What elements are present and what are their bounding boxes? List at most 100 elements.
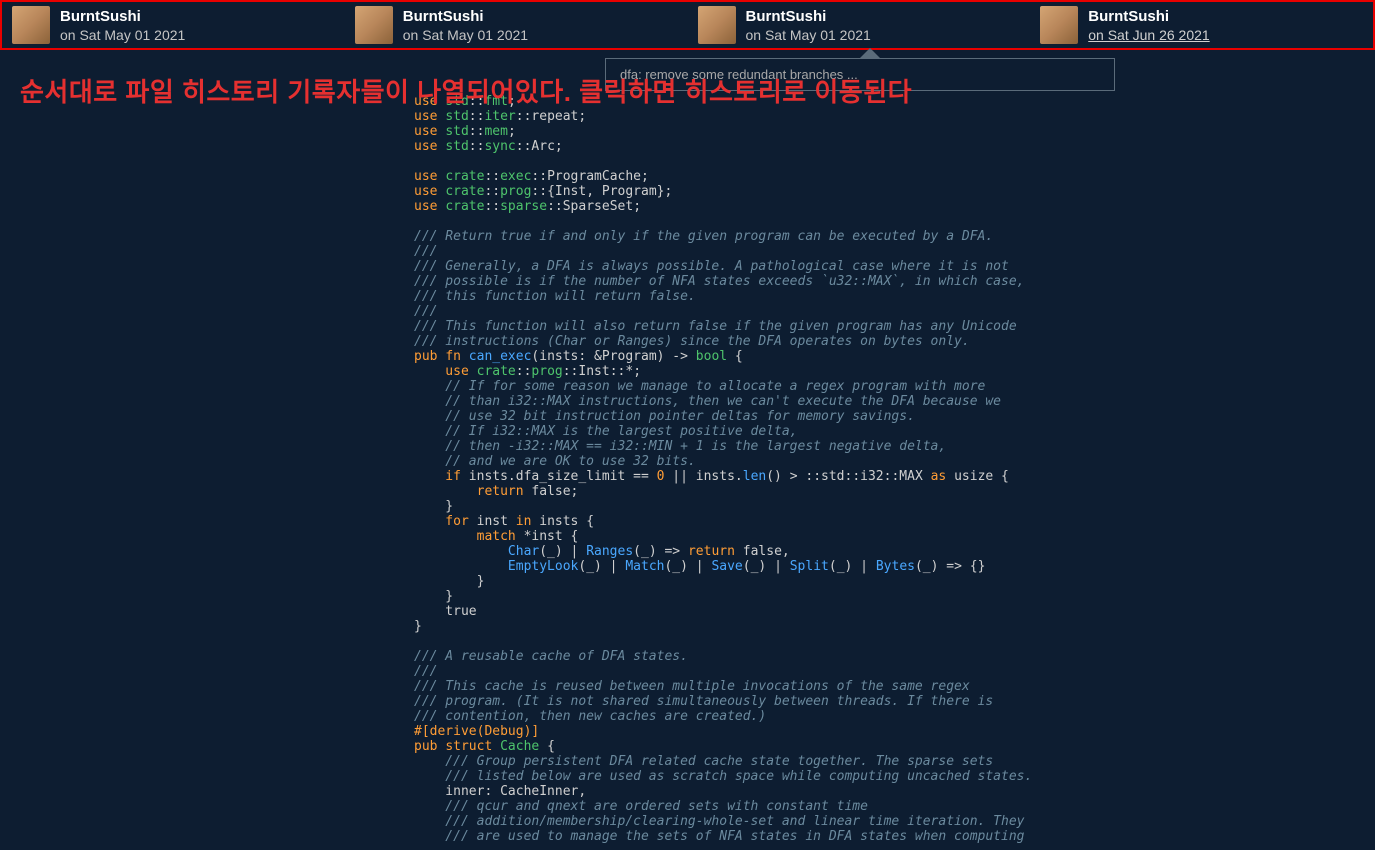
commit-author: BurntSushi (403, 8, 528, 25)
avatar (1040, 6, 1078, 44)
expr: insts { (531, 514, 594, 529)
expr: false; (524, 484, 579, 499)
path: prog (531, 364, 562, 379)
commit-meta: BurntSushion Sat Jun 26 2021 (1088, 8, 1209, 43)
path: crate (445, 169, 484, 184)
fn-name: can_exec (469, 349, 532, 364)
sep: ; (633, 199, 641, 214)
blame-commit-item[interactable]: BurntSushion Sat May 01 2021 (345, 2, 688, 48)
ident: Inst (578, 364, 609, 379)
kw: for (414, 514, 469, 529)
sep: :: (547, 199, 563, 214)
sep: ; (508, 124, 516, 139)
sep: ; (555, 139, 563, 154)
kw: struct (445, 739, 492, 754)
doc-comment: /// This cache is reused between multipl… (414, 679, 970, 694)
expr: || insts. (664, 469, 742, 484)
expr: (_) | (578, 559, 625, 574)
type: Cache (500, 739, 539, 754)
brace: { (539, 739, 555, 754)
avatar (12, 6, 50, 44)
path: prog (500, 184, 531, 199)
sep: ; (633, 364, 641, 379)
brace: { (727, 349, 743, 364)
kw: pub (414, 739, 437, 754)
commit-date: on Sat May 01 2021 (746, 27, 871, 43)
path: sparse (500, 199, 547, 214)
ident: ProgramCache (547, 169, 641, 184)
call: len (743, 469, 766, 484)
comment: // If i32::MAX is the largest positive d… (414, 424, 798, 439)
path: iter (484, 109, 515, 124)
enum: Char (414, 544, 539, 559)
doc-comment: /// qcur and qnext are ordered sets with… (414, 799, 868, 814)
enum: EmptyLook (414, 559, 578, 574)
sep: :: (531, 169, 547, 184)
sep: ; (641, 169, 649, 184)
doc-comment: /// Return true if and only if the given… (414, 229, 993, 244)
korean-annotation: 순서대로 파일 히스토리 기록자들이 나열되어있다. 클릭하면 히스토리로 이동… (20, 72, 912, 109)
sep: :: (610, 364, 626, 379)
kw: in (516, 514, 532, 529)
doc-comment: /// Group persistent DFA related cache s… (414, 754, 993, 769)
commit-meta: BurntSushion Sat May 01 2021 (403, 8, 528, 43)
kw: match (414, 529, 516, 544)
kw: use (414, 124, 437, 139)
blame-commit-item[interactable]: BurntSushi on Sat May 01 2021 (688, 2, 1031, 48)
sep: :: (484, 184, 500, 199)
comment: // use 32 bit instruction pointer deltas… (414, 409, 915, 424)
expr: (_) => {} (915, 559, 985, 574)
comment: // If for some reason we manage to alloc… (414, 379, 985, 394)
path: std (445, 124, 468, 139)
commit-meta: BurntSushi on Sat May 01 2021 (746, 8, 871, 43)
expr: false, (735, 544, 790, 559)
enum: Match (625, 559, 664, 574)
kw: use (414, 364, 469, 379)
attr: #[derive(Debug)] (414, 724, 539, 739)
sep: :: (469, 109, 485, 124)
enum: Save (711, 559, 742, 574)
sep: :: (563, 364, 579, 379)
path: std (445, 139, 468, 154)
doc-comment: /// A reusable cache of DFA states. (414, 649, 688, 664)
sep: :: (469, 124, 485, 139)
doc-comment: /// (414, 304, 437, 319)
path: crate (445, 184, 484, 199)
blame-history-bar: BurntSushi on Sat May 01 2021 BurntSushion… (0, 0, 1375, 50)
path: crate (477, 364, 516, 379)
commit-meta: BurntSushion Sat May 01 2021 (60, 8, 185, 43)
comment: // then -i32::MAX == i32::MIN + 1 is the… (414, 439, 946, 454)
doc-comment: /// instructions (Char or Ranges) since … (414, 334, 970, 349)
expr: (_) => (633, 544, 688, 559)
type: bool (696, 349, 727, 364)
expr: () > ::std::i32::MAX (766, 469, 930, 484)
sep: :: (469, 139, 485, 154)
doc-comment: /// program. (It is not shared simultane… (414, 694, 993, 709)
kw: use (414, 199, 437, 214)
blame-commit-item[interactable]: BurntSushion Sat Jun 26 2021 (1030, 2, 1373, 48)
kw: fn (445, 349, 461, 364)
comment: // than i32::MAX instructions, then we c… (414, 394, 1001, 409)
commit-author: BurntSushi (1088, 8, 1209, 25)
sep: :: (484, 199, 500, 214)
commit-author: BurntSushi (60, 8, 185, 25)
sep: :: (531, 184, 547, 199)
brace: } (414, 499, 453, 514)
brace: } (414, 574, 484, 589)
kw: return (414, 484, 524, 499)
doc-comment: /// listed below are used as scratch spa… (414, 769, 1032, 784)
kw: use (414, 109, 437, 124)
ident: repeat (531, 109, 578, 124)
commit-author: BurntSushi (746, 8, 871, 25)
doc-comment: /// (414, 664, 437, 679)
tooltip-arrow (860, 48, 880, 58)
kw: pub (414, 349, 437, 364)
sep: ; (578, 109, 586, 124)
enum: Bytes (876, 559, 915, 574)
blame-commit-item[interactable]: BurntSushion Sat May 01 2021 (2, 2, 345, 48)
enum: Split (790, 559, 829, 574)
doc-comment: /// Generally, a DFA is always possible.… (414, 259, 1009, 274)
kw: as (931, 469, 947, 484)
sep: :: (516, 109, 532, 124)
expr: insts.dfa_size_limit == (461, 469, 657, 484)
